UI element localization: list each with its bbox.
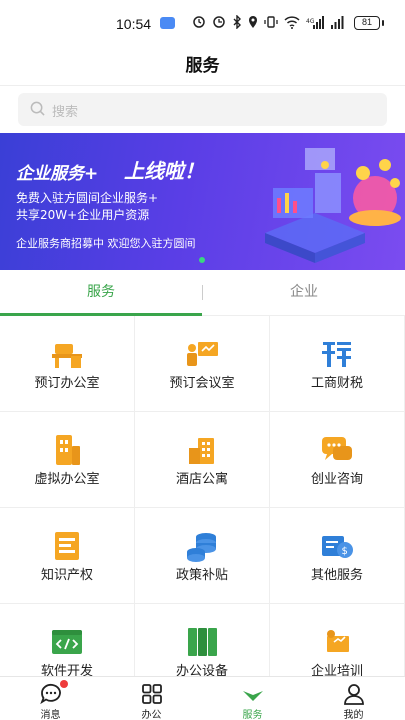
- service-item-book-meeting-room[interactable]: 预订会议室: [135, 316, 269, 411]
- service-label: 预订会议室: [169, 376, 235, 391]
- service-label: 工商财税: [310, 376, 363, 391]
- service-label: 预订办公室: [34, 376, 100, 391]
- service-item-startup-consulting[interactable]: 创业咨询: [270, 412, 404, 507]
- service-item-book-office[interactable]: 预订办公室: [0, 316, 134, 411]
- service-label: 知识产权: [40, 568, 93, 583]
- meeting-presentation-icon: [187, 342, 218, 366]
- page-title: 服务: [0, 46, 405, 86]
- battery-indicator: 81: [354, 16, 380, 30]
- service-item-software-development[interactable]: 软件开发: [0, 604, 134, 676]
- grid-icon: [141, 684, 162, 704]
- service-label: 虚拟办公室: [34, 472, 100, 487]
- banner-line-1: 免费入驻方圆间企业服务+: [16, 191, 159, 205]
- code-icon: [52, 630, 82, 654]
- clock-icon: [213, 16, 225, 28]
- bottom-nav-profile[interactable]: 我的: [303, 677, 404, 720]
- person-icon: [343, 684, 364, 705]
- bottom-nav-office[interactable]: 办公: [101, 677, 202, 720]
- service-label: 办公设备: [175, 664, 228, 676]
- ip-certificate-icon: [55, 532, 79, 560]
- banner-illustration: [265, 148, 401, 263]
- tax-icon: [322, 342, 351, 367]
- alarm-icon: [193, 16, 205, 28]
- bottom-nav-label: 服务: [242, 710, 263, 720]
- virtual-office-icon: [56, 435, 80, 465]
- bottom-navigation: 消息 办公 服务 我的: [0, 676, 405, 720]
- service-item-office-equipment[interactable]: 办公设备: [135, 604, 269, 676]
- status-time: 10:54: [116, 16, 152, 32]
- signal-icon: [331, 15, 344, 29]
- banner-headline-accent: 上线啦！: [124, 159, 204, 183]
- service-label: 酒店公寓: [175, 472, 228, 487]
- search-input[interactable]: 搜索: [18, 93, 387, 126]
- service-item-intellectual-property[interactable]: 知识产权: [0, 508, 134, 603]
- service-label: 企业培训: [310, 664, 363, 676]
- money-icon: $: [322, 536, 353, 558]
- service-item-virtual-office[interactable]: 虚拟办公室: [0, 412, 134, 507]
- bluetooth-icon: [233, 15, 241, 29]
- bottom-nav-label: 我的: [343, 710, 364, 720]
- status-bar: 10:54 4G 81: [0, 0, 405, 46]
- hotel-building-icon: [189, 438, 214, 464]
- service-label: 政策补贴: [175, 568, 228, 583]
- service-item-hotel-apartment[interactable]: 酒店公寓: [135, 412, 269, 507]
- category-tabs: 服务 企业: [0, 270, 405, 316]
- service-label: 创业咨询: [310, 472, 363, 487]
- service-icon: [242, 690, 263, 701]
- svg-text:$: $: [342, 546, 348, 557]
- banner-line-2: 共享20W+企业用户资源: [16, 208, 150, 222]
- promo-banner[interactable]: 企业服务+ 上线啦！ 免费入驻方圆间企业服务+ 共享20W+企业用户资源 企业服…: [0, 133, 405, 270]
- bottom-nav-label: 办公: [141, 710, 162, 720]
- svg-text:4G: 4G: [306, 18, 315, 25]
- vibrate-icon: [264, 16, 278, 28]
- banner-pager-dot[interactable]: [199, 257, 205, 263]
- location-icon: [249, 16, 257, 28]
- battery-tip: [382, 20, 384, 26]
- service-item-policy-subsidy[interactable]: 政策补贴: [135, 508, 269, 603]
- banner-line-3: 企业服务商招募中 欢迎您入驻方圆间: [16, 237, 196, 250]
- service-item-business-tax[interactable]: 工商财税: [270, 316, 404, 411]
- chat-bubbles-icon: [322, 437, 352, 460]
- signal-4g-icon: 4G: [306, 15, 324, 29]
- service-item-corporate-training[interactable]: 企业培训: [270, 604, 404, 676]
- search-placeholder: 搜索: [52, 105, 79, 120]
- bottom-nav-services[interactable]: 服务: [202, 677, 303, 720]
- service-label: 软件开发: [40, 664, 93, 676]
- service-label: 其他服务: [310, 568, 363, 583]
- services-grid: 预订办公室 预订会议室 工商财税 虚拟办公室 酒店公寓 创业咨询 知识产权 政策…: [0, 316, 405, 676]
- bottom-nav-label: 消息: [40, 710, 61, 720]
- cabinet-icon: [188, 628, 217, 656]
- status-icons: 4G: [192, 15, 344, 29]
- tab-services[interactable]: 服务: [0, 270, 202, 316]
- banner-headline: 企业服务+: [16, 164, 99, 184]
- search-icon: [30, 101, 45, 116]
- coin-stack-icon: [187, 533, 216, 562]
- office-desk-icon: [52, 344, 82, 368]
- notification-badge-icon: [160, 17, 175, 29]
- service-item-other-services[interactable]: $ 其他服务: [270, 508, 404, 603]
- wifi-icon: [284, 15, 300, 29]
- bottom-nav-messages[interactable]: 消息: [0, 677, 101, 720]
- tab-enterprise[interactable]: 企业: [203, 270, 405, 316]
- unread-badge: [60, 680, 68, 688]
- message-icon: [39, 683, 61, 705]
- training-icon: [327, 630, 349, 652]
